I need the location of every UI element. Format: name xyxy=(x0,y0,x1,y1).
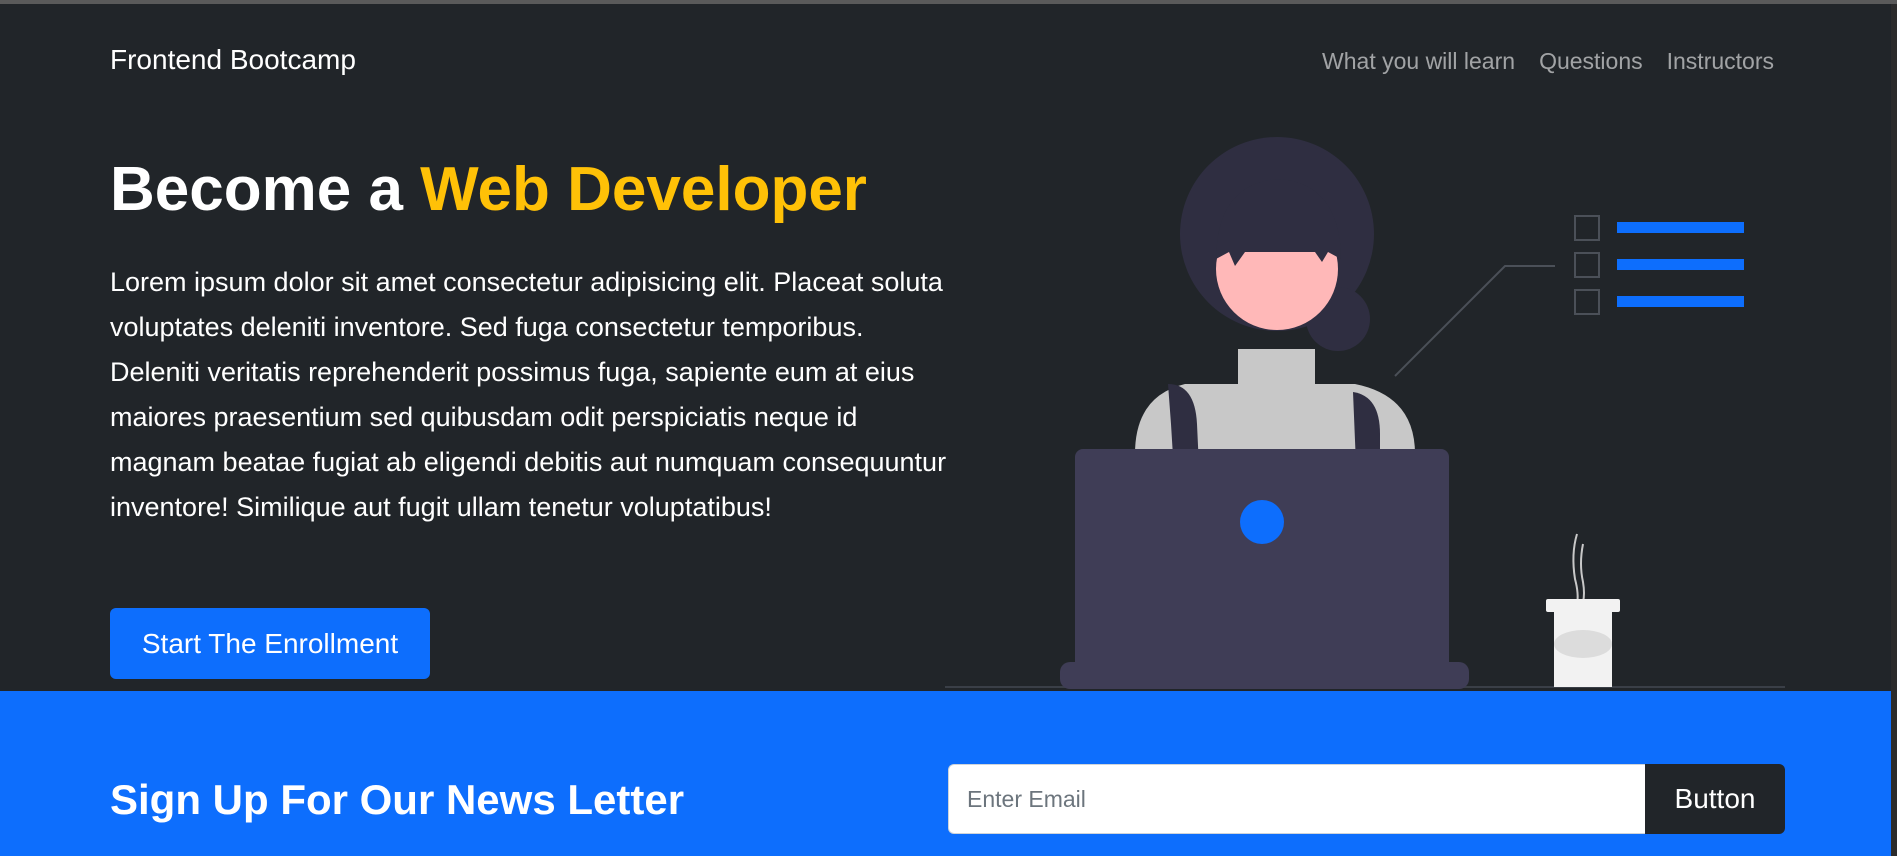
page-scrollbar[interactable] xyxy=(1891,4,1897,856)
hero-paragraph: Lorem ipsum dolor sit amet consectetur a… xyxy=(110,267,947,522)
nav-link-questions[interactable]: Questions xyxy=(1539,48,1643,75)
nav-link-what-you-will-learn[interactable]: What you will learn xyxy=(1322,48,1515,75)
headline-prefix: Become a xyxy=(110,155,421,224)
newsletter-title: Sign Up For Our News Letter xyxy=(110,776,685,823)
person-with-laptop-illustration xyxy=(945,137,1785,689)
hero-section: Frontend Bootcamp What you will learn Qu… xyxy=(0,4,1897,691)
navbar-links: What you will learn Questions Instructor… xyxy=(1322,48,1774,75)
start-enrollment-button[interactable]: Start The Enrollment xyxy=(110,608,430,679)
email-field[interactable] xyxy=(948,764,1645,834)
newsletter-submit-button[interactable]: Button xyxy=(1645,764,1785,834)
headline-accent: Web Developer xyxy=(420,155,867,224)
newsletter-form: Button xyxy=(948,764,1785,834)
nav-link-instructors[interactable]: Instructors xyxy=(1667,48,1774,75)
hero-headline: Become a Web Developer xyxy=(110,154,867,225)
navbar-brand[interactable]: Frontend Bootcamp xyxy=(110,44,356,76)
checklist-icon xyxy=(1574,215,1744,315)
newsletter-section: Sign Up For Our News Letter Button xyxy=(0,691,1897,856)
coffee-cup-icon xyxy=(1546,533,1620,687)
